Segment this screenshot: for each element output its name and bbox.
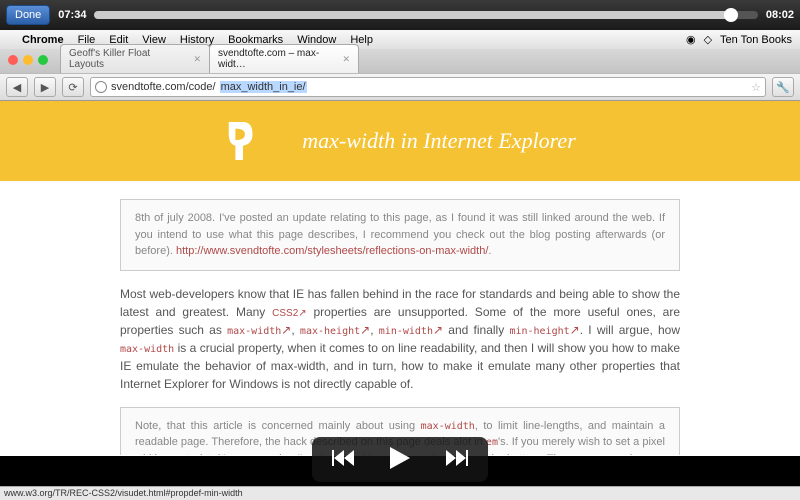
prev-button[interactable]	[332, 448, 358, 471]
close-window-button[interactable]	[8, 55, 18, 65]
maxwidth-link[interactable]: max-width↗	[227, 323, 291, 337]
close-tab-icon[interactable]: ✕	[342, 54, 350, 65]
tab-title: Geoff's Killer Float Layouts	[69, 48, 187, 70]
css2-link[interactable]: CSS2↗	[272, 308, 307, 319]
minimize-window-button[interactable]	[23, 55, 33, 65]
maxheight-link[interactable]: max-height↗	[300, 323, 370, 337]
notice-link[interactable]: http://www.svendtofte.com/stylesheets/re…	[176, 245, 488, 257]
p1-e: is a crucial property, when it comes to …	[120, 341, 680, 391]
url-host: svendtofte.com/code/	[111, 81, 216, 93]
status-bar: www.w3.org/TR/REC-CSS2/visudet.html#prop…	[0, 486, 800, 500]
tab-1[interactable]: svendtofte.com – max-widt… ✕	[209, 44, 359, 73]
eye-icon[interactable]: ◉	[686, 33, 696, 46]
account-label[interactable]: Ten Ton Books	[720, 34, 792, 46]
p1-c: and finally	[443, 323, 509, 337]
back-button[interactable]: ◀	[6, 77, 28, 97]
done-button[interactable]: Done	[6, 5, 50, 25]
app-name[interactable]: Chrome	[22, 34, 64, 46]
code-maxw: max-width	[120, 344, 174, 355]
tab-title: svendtofte.com – max-widt…	[218, 48, 336, 70]
scrubber-fill	[94, 11, 731, 19]
n2-a: Note, that this article is concerned mai…	[135, 420, 421, 432]
close-tab-icon[interactable]: ✕	[193, 54, 201, 65]
site-logo	[224, 117, 262, 165]
browser-toolbar: ◀ ▶ ⟳ svendtofte.com/code/max_width_in_i…	[0, 73, 800, 101]
forward-button[interactable]: ▶	[34, 77, 56, 97]
tabstrip: Geoff's Killer Float Layouts ✕ svendtoft…	[0, 49, 800, 73]
tab-0[interactable]: Geoff's Killer Float Layouts ✕	[60, 44, 210, 73]
elapsed-time: 07:34	[58, 9, 86, 21]
bookmark-star-icon[interactable]: ☆	[751, 81, 761, 94]
minheight-link[interactable]: min-height↗	[509, 323, 579, 337]
video-scrubber[interactable]	[94, 11, 757, 19]
playback-controls	[312, 437, 488, 482]
url-selected: max_width_in_ie/	[220, 81, 307, 93]
total-time: 08:02	[766, 9, 794, 21]
p1-d: . I will argue, how	[580, 323, 680, 337]
zoom-window-button[interactable]	[38, 55, 48, 65]
diamond-icon[interactable]: ◇	[704, 33, 712, 46]
page-viewport: max-width in Internet Explorer 8th of ju…	[0, 101, 800, 455]
play-button[interactable]	[388, 445, 412, 474]
update-notice: 8th of july 2008. I've posted an update …	[120, 199, 680, 271]
paragraph-main: Most web-developers know that IE has fal…	[120, 285, 680, 393]
wrench-icon[interactable]: 🔧	[772, 77, 794, 97]
scrubber-knob[interactable]	[724, 8, 738, 22]
page-title: max-width in Internet Explorer	[302, 128, 576, 154]
minwidth-link[interactable]: min-width↗	[379, 323, 443, 337]
address-bar[interactable]: svendtofte.com/code/max_width_in_ie/ ☆	[90, 77, 766, 97]
page-hero: max-width in Internet Explorer	[0, 101, 800, 181]
code-maxw2: max-width	[421, 421, 475, 432]
reload-button[interactable]: ⟳	[62, 77, 84, 97]
next-button[interactable]	[442, 448, 468, 471]
globe-icon	[95, 81, 107, 93]
